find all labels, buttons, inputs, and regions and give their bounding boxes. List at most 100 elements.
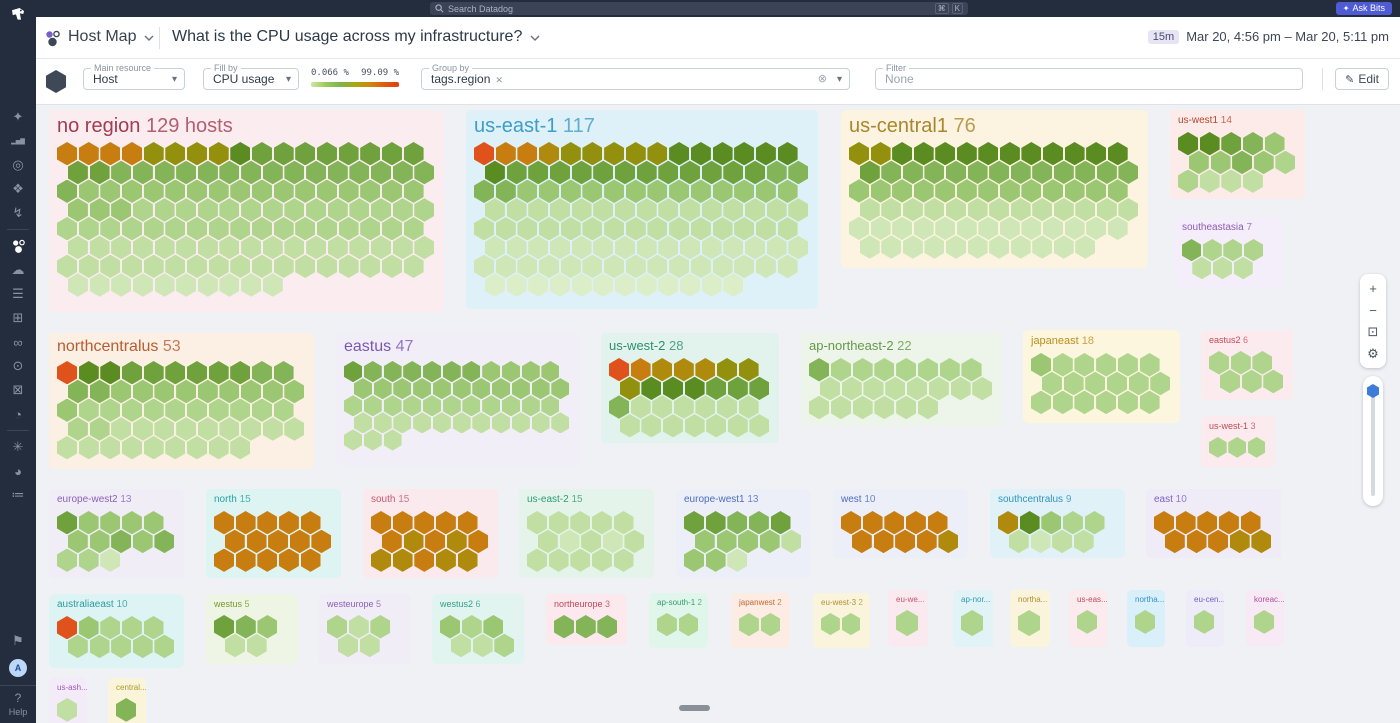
sidebar-item-host-map[interactable] [0,234,36,258]
host-hexagon[interactable] [1221,132,1241,155]
host-hexagon[interactable] [881,235,901,258]
host-hexagon[interactable] [133,530,153,553]
slider-handle[interactable] [1367,384,1379,398]
host-hexagon[interactable] [90,635,110,658]
host-hexagon[interactable] [423,395,441,416]
host-hexagon[interactable] [1021,142,1041,165]
host-hexagon[interactable] [809,396,829,420]
host-hexagon[interactable] [842,377,862,401]
host-hexagon[interactable] [680,198,700,221]
host-hexagon[interactable] [284,198,304,221]
host-hexagon[interactable] [674,358,694,381]
host-hexagon[interactable] [79,255,99,278]
host-hexagon[interactable] [978,217,998,240]
host-hexagon[interactable] [384,429,402,450]
host-hexagon[interactable] [1000,142,1020,165]
hostmap-group-east[interactable]: east 10 [1146,489,1281,558]
user-avatar[interactable]: A [9,659,27,677]
clear-icon[interactable]: ⊗ [818,69,827,90]
host-hexagon[interactable] [423,361,441,382]
host-hexagon[interactable] [604,180,624,203]
host-hexagon[interactable] [593,198,613,221]
host-hexagon[interactable] [414,511,434,534]
host-hexagon[interactable] [895,530,915,553]
host-hexagon[interactable] [1086,217,1106,240]
host-hexagon[interactable] [404,530,424,553]
host-hexagon[interactable] [1118,161,1138,184]
zoom-out-button[interactable]: − [1360,299,1386,321]
host-hexagon[interactable] [79,142,99,165]
host-hexagon[interactable] [274,255,294,278]
host-hexagon[interactable] [695,358,715,381]
host-hexagon[interactable] [404,255,424,278]
time-range-text[interactable]: Mar 20, 4:56 pm – Mar 20, 5:11 pm [1186,29,1389,44]
host-hexagon[interactable] [1043,179,1063,202]
host-hexagon[interactable] [728,377,748,400]
host-hexagon[interactable] [989,161,1009,184]
host-hexagon[interactable] [1213,257,1232,279]
host-hexagon[interactable] [657,613,677,636]
host-hexagon[interactable] [684,511,704,534]
host-hexagon[interactable] [187,180,207,203]
host-hexagon[interactable] [338,634,358,658]
host-hexagon[interactable] [527,511,547,534]
host-hexagon[interactable] [517,142,537,165]
host-hexagon[interactable] [1075,235,1095,258]
hostmap-group-eu-west-3[interactable]: eu-west-3 2 [813,593,870,648]
map-settings-button[interactable]: ⚙ [1360,343,1386,365]
host-hexagon[interactable] [1248,437,1266,458]
host-hexagon[interactable] [414,161,434,184]
host-hexagon[interactable] [382,255,402,278]
host-hexagon[interactable] [1135,610,1155,634]
host-hexagon[interactable] [219,198,239,221]
host-hexagon[interactable] [219,236,239,259]
hostmap-group-west[interactable]: west 10 [833,489,968,558]
host-hexagon[interactable] [745,236,765,259]
host-hexagon[interactable] [57,217,77,240]
host-hexagon[interactable] [767,236,787,259]
host-hexagon[interactable] [295,255,315,278]
host-hexagon[interactable] [881,198,901,221]
host-hexagon[interactable] [756,255,776,278]
host-hexagon[interactable] [637,198,657,221]
host-hexagon[interactable] [1228,437,1246,458]
hostmap-group-us-eas[interactable]: us-eas... [1069,590,1107,647]
host-hexagon[interactable] [841,511,861,534]
host-hexagon[interactable] [263,161,283,184]
host-hexagon[interactable] [144,436,164,459]
host-hexagon[interactable] [935,142,955,165]
host-hexagon[interactable] [111,273,131,296]
host-hexagon[interactable] [462,361,480,382]
host-hexagon[interactable] [382,180,402,203]
host-hexagon[interactable] [528,236,548,259]
host-hexagon[interactable] [176,417,196,440]
hostmap-group-eastus[interactable]: eastus 47 [336,333,579,466]
host-hexagon[interactable] [1108,217,1128,240]
host-hexagon[interactable] [187,399,207,422]
host-hexagon[interactable] [230,180,250,203]
host-hexagon[interactable] [494,634,514,658]
host-hexagon[interactable] [339,180,359,203]
host-hexagon[interactable] [165,180,185,203]
host-hexagon[interactable] [100,436,120,459]
host-hexagon[interactable] [637,273,657,296]
host-hexagon[interactable] [550,273,570,296]
host-hexagon[interactable] [652,358,672,381]
host-hexagon[interactable] [154,635,174,658]
host-hexagon[interactable] [669,255,689,278]
host-hexagon[interactable] [968,235,988,258]
host-hexagon[interactable] [371,161,391,184]
host-hexagon[interactable] [641,414,661,437]
host-hexagon[interactable] [1254,610,1274,634]
sidebar-item-profiling[interactable]: ◕ [0,459,36,483]
host-hexagon[interactable] [144,361,164,384]
host-hexagon[interactable] [241,161,261,184]
host-hexagon[interactable] [1086,142,1106,165]
host-hexagon[interactable] [778,180,798,203]
host-hexagon[interactable] [241,380,261,403]
hostmap-group-south[interactable]: south 15 [363,489,498,578]
host-hexagon[interactable] [393,236,413,259]
host-hexagon[interactable] [541,395,559,416]
host-hexagon[interactable] [111,417,131,440]
host-hexagon[interactable] [154,417,174,440]
